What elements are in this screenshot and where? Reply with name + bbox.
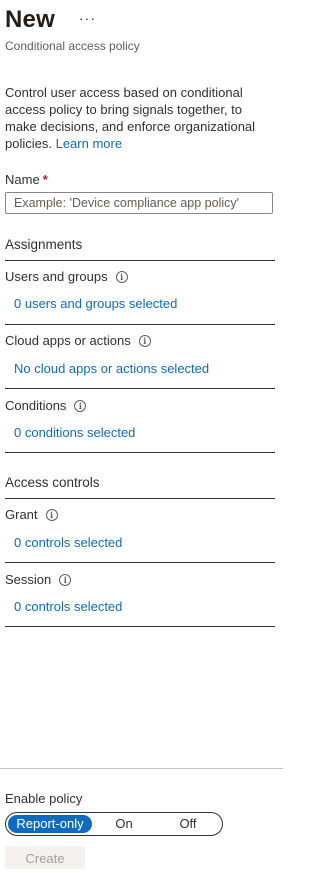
info-icon[interactable]: i — [115, 270, 128, 283]
option-off[interactable]: Off — [156, 815, 220, 833]
cloud-apps-divider — [5, 388, 275, 389]
info-icon[interactable]: i — [45, 508, 58, 521]
description-text: Control user access based on conditional… — [5, 85, 256, 151]
conditions-label-text: Conditions — [5, 398, 67, 413]
users-and-groups-link[interactable]: 0 users and groups selected — [14, 296, 177, 311]
session-divider — [5, 626, 275, 627]
users-and-groups-label: Users and groups i — [5, 269, 128, 284]
name-input[interactable] — [5, 192, 273, 214]
session-label-text: Session — [5, 572, 52, 587]
grant-label-text: Grant — [5, 507, 38, 522]
info-icon[interactable]: i — [138, 334, 151, 347]
session-label: Session i — [5, 572, 72, 587]
footer-divider — [0, 768, 283, 769]
grant-label: Grant i — [5, 507, 58, 522]
name-label: Name * — [5, 172, 48, 187]
info-icon[interactable]: i — [59, 573, 72, 586]
assignments-heading: Assignments — [5, 237, 83, 252]
access-controls-divider — [5, 498, 275, 499]
enable-policy-toggle: Report-only On Off — [5, 812, 223, 836]
conditions-divider — [5, 452, 275, 453]
name-label-text: Name — [5, 172, 40, 187]
enable-policy-label: Enable policy — [5, 791, 83, 806]
grant-divider — [5, 562, 275, 563]
assignments-divider — [5, 260, 275, 261]
create-button[interactable]: Create — [5, 846, 85, 869]
users-and-groups-label-text: Users and groups — [5, 269, 108, 284]
option-on[interactable]: On — [92, 815, 156, 833]
conditions-link[interactable]: 0 conditions selected — [14, 425, 135, 440]
info-icon[interactable]: i — [74, 399, 87, 412]
conditions-label: Conditions i — [5, 398, 87, 413]
access-controls-heading: Access controls — [5, 475, 100, 490]
option-report-only[interactable]: Report-only — [8, 815, 92, 833]
cloud-apps-label-text: Cloud apps or actions — [5, 333, 131, 348]
cloud-apps-label: Cloud apps or actions i — [5, 333, 151, 348]
users-divider — [5, 324, 275, 325]
learn-more-link[interactable]: Learn more — [56, 136, 122, 151]
required-indicator: * — [42, 172, 48, 187]
more-options-button[interactable]: ··· — [79, 10, 96, 26]
session-link[interactable]: 0 controls selected — [14, 599, 122, 614]
grant-link[interactable]: 0 controls selected — [14, 535, 122, 550]
page-subtitle: Conditional access policy — [5, 39, 140, 53]
policy-description: Control user access based on conditional… — [5, 84, 267, 152]
cloud-apps-link[interactable]: No cloud apps or actions selected — [14, 361, 209, 376]
page-title: New — [5, 6, 55, 33]
